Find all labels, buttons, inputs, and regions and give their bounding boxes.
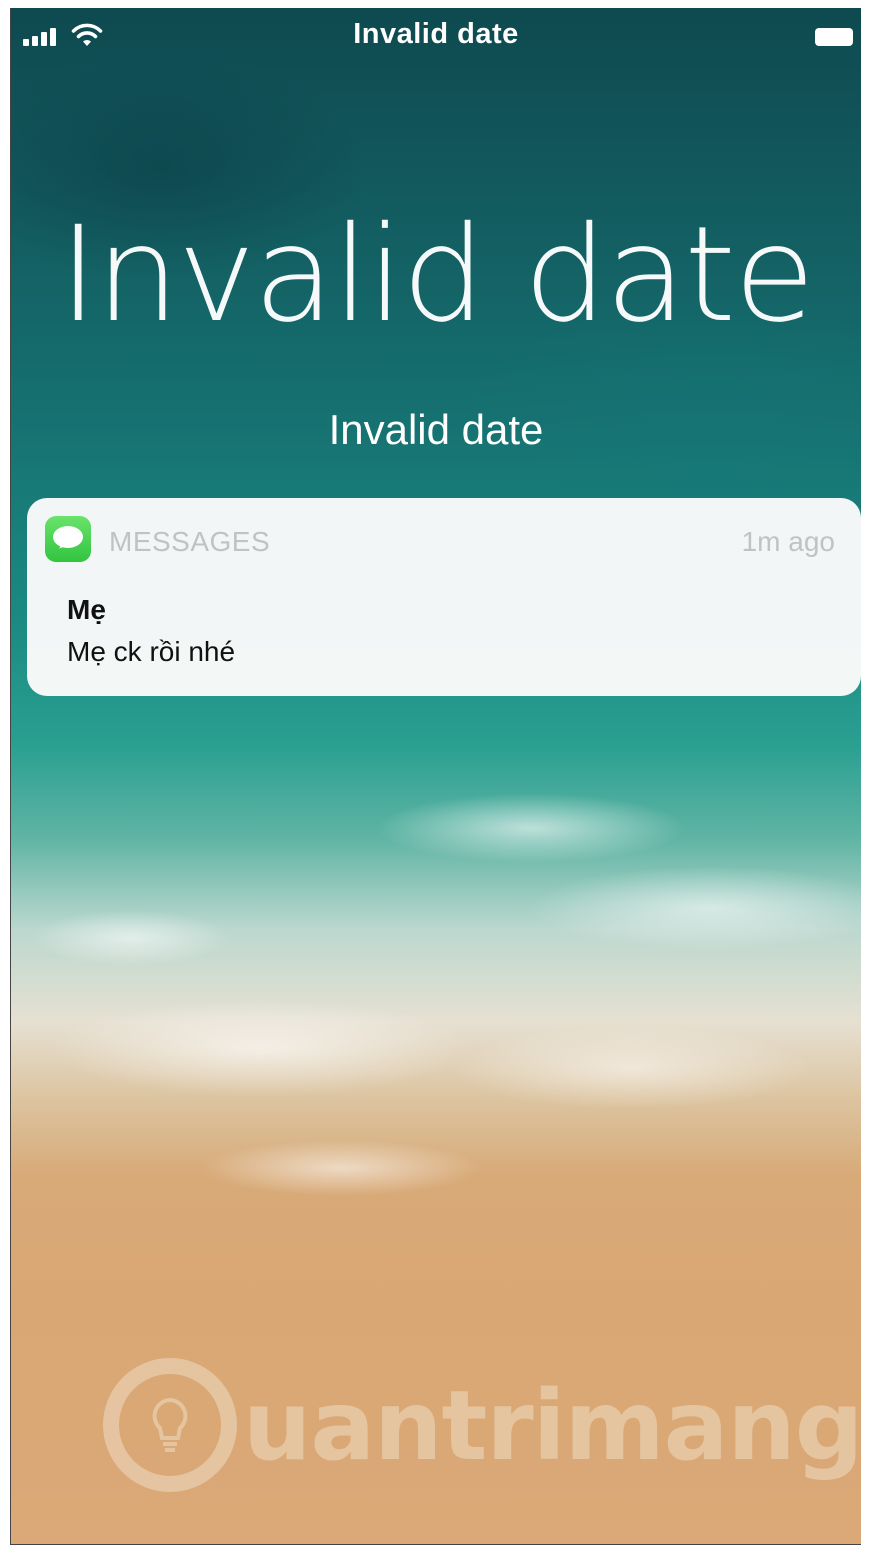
lightbulb-logo-icon	[152, 1397, 188, 1452]
watermark-text: uantrimang	[243, 1370, 861, 1482]
notification-body: Mẹ ck rồi nhé	[67, 636, 236, 667]
battery-icon	[815, 28, 853, 46]
lock-screen: Invalid date Invalid date Invalid date M…	[10, 8, 861, 1545]
status-bar: Invalid date	[11, 8, 861, 58]
watermark-logo: uantrimang	[103, 1348, 861, 1508]
notification-time: 1m ago	[741, 526, 835, 557]
notification-app-name: MESSAGES	[109, 526, 271, 557]
status-bar-time: Invalid date	[353, 18, 519, 50]
messages-app-icon	[45, 516, 91, 562]
lock-screen-date: Invalid date	[328, 406, 544, 453]
message-notification[interactable]: MESSAGES 1m ago Mẹ Mẹ ck rồi nhé	[27, 498, 861, 696]
notification-sender: Mẹ	[67, 594, 106, 625]
lock-screen-clock: Invalid date	[58, 198, 815, 352]
